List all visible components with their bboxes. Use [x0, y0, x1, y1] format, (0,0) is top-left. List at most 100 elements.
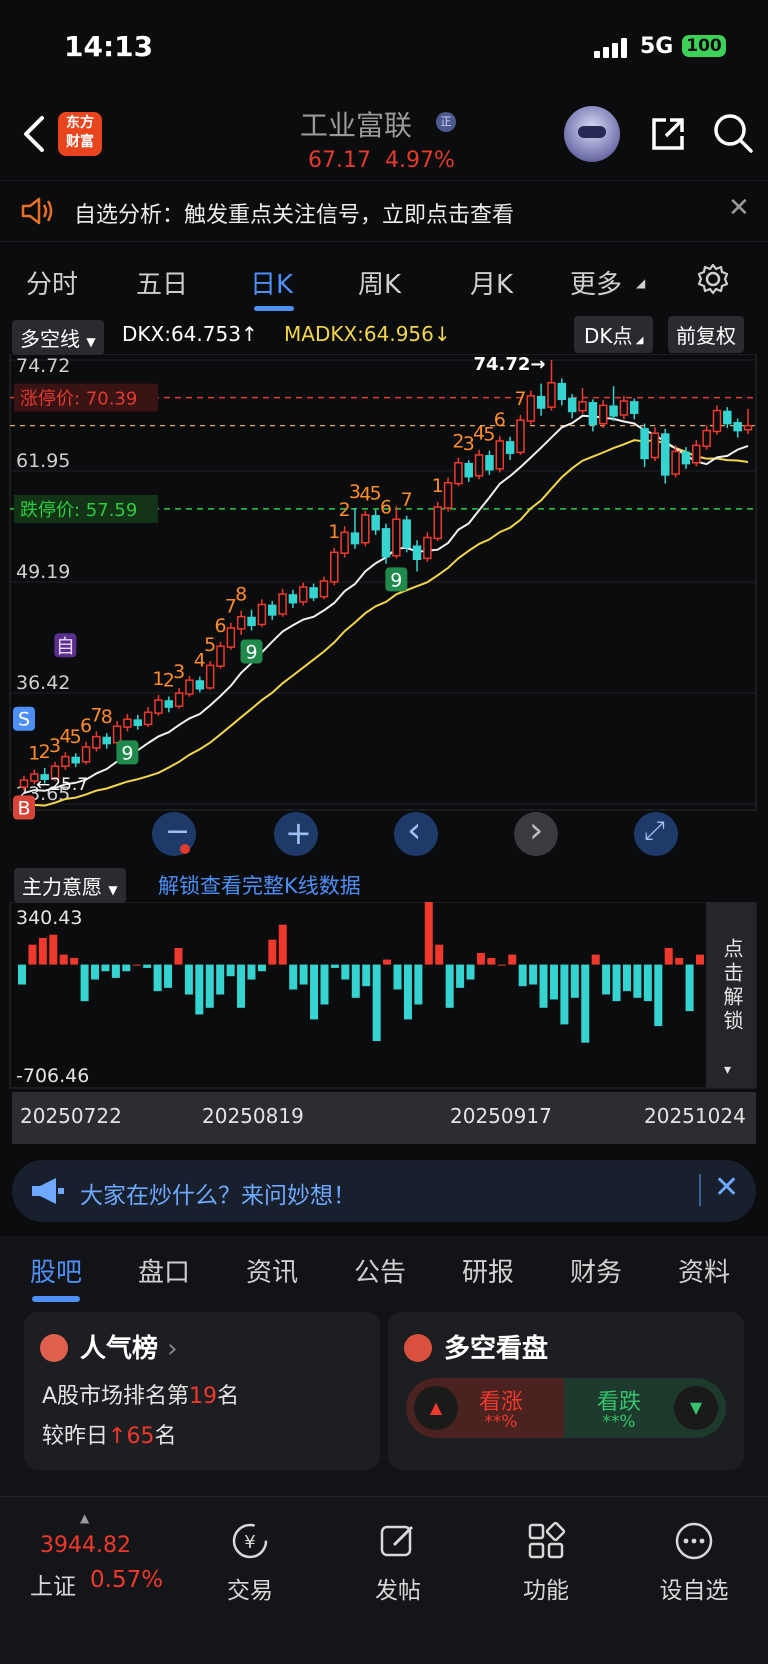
indicator-bar — [466, 964, 475, 980]
zoom-out-button[interactable]: − — [152, 812, 196, 856]
banner-text[interactable]: 大家在炒什么？来问妙想！ — [80, 1176, 356, 1210]
tab-weekly-k[interactable]: 周K — [358, 264, 401, 301]
indicator-bar — [174, 947, 183, 965]
indicator-select[interactable]: 主力意愿 ▼ — [14, 868, 126, 903]
tab-intraday[interactable]: 分时 — [26, 264, 78, 301]
indicator-bar — [414, 964, 423, 1005]
indicator-bar — [310, 964, 319, 1020]
tab-pankou[interactable]: 盘口 — [138, 1252, 190, 1289]
tab-more[interactable]: 更多 — [570, 264, 622, 301]
expand-button[interactable]: ⤢ — [634, 812, 678, 856]
candle — [288, 594, 298, 604]
indicator-bar — [143, 964, 152, 968]
close-icon[interactable]: ✕ — [728, 193, 750, 223]
candle — [733, 422, 742, 432]
indicator-chart[interactable]: 340.43 -706.46 点击解锁 ▾ — [0, 901, 768, 1092]
indicator-bar — [508, 954, 517, 965]
dk-point-button[interactable]: DK点 ◢ — [574, 316, 654, 353]
candle — [619, 400, 629, 416]
candle — [609, 405, 618, 417]
indicator-dropdown[interactable]: 多空线 ▼ — [12, 320, 104, 355]
indicator-bar — [529, 964, 538, 985]
candle — [485, 455, 494, 471]
tab-research[interactable]: 研报 — [462, 1252, 514, 1289]
stock-name[interactable]: 工业富联 — [300, 104, 412, 144]
candle — [361, 514, 370, 544]
next-button[interactable]: › — [514, 810, 558, 856]
analysis-notice[interactable]: 自选分析：触发重点关注信号，立即点击查看 ✕ — [0, 180, 768, 242]
tab-profile[interactable]: 资料 — [678, 1252, 730, 1289]
tab-announcement[interactable]: 公告 — [354, 1252, 406, 1289]
chart-period-tabs: 分时 五日 日K 周K 月K 更多 ◢ — [0, 250, 768, 311]
indicator-bar — [237, 964, 246, 1008]
indicator-bar — [205, 964, 214, 1008]
tab-news[interactable]: 资讯 — [246, 1252, 298, 1289]
notice-text[interactable]: 自选分析：触发重点关注信号，立即点击查看 — [74, 197, 514, 229]
indicator-bar — [372, 964, 381, 1042]
tab-finance[interactable]: 财务 — [570, 1252, 622, 1289]
side-unlock-button[interactable]: 点击解锁 ▾ — [706, 902, 756, 1088]
candle — [81, 746, 91, 763]
candle — [195, 680, 205, 690]
indicator-bar — [299, 964, 308, 985]
tab-five-day[interactable]: 五日 — [136, 264, 188, 301]
close-icon[interactable]: ✕ — [714, 1170, 739, 1205]
tab-monthly-k[interactable]: 月K — [470, 264, 513, 301]
signal-label: 3 — [173, 661, 185, 683]
candle — [567, 397, 577, 413]
back-arrow-icon[interactable] — [18, 114, 50, 154]
bearish-button[interactable]: 看跌 **% ▼ — [564, 1378, 726, 1438]
search-icon[interactable] — [712, 112, 754, 154]
popularity-card[interactable]: 人气榜 › A股市场排名第19名 较昨日↑65名 — [24, 1312, 380, 1470]
ask-banner[interactable]: 大家在炒什么？来问妙想！ ✕ — [12, 1160, 756, 1222]
candle — [712, 409, 722, 433]
indicator-bar — [643, 964, 652, 1002]
limit-down-label: 跌停价: 57.59 — [20, 500, 137, 521]
candle — [247, 616, 256, 627]
indicator-bar — [91, 964, 100, 980]
banner-divider — [699, 1174, 701, 1206]
index-ticker[interactable]: ▲ 3944.82 上证 0.57% — [24, 1511, 174, 1611]
tab-daily-k[interactable]: 日K — [250, 264, 293, 301]
unlock-kline-link[interactable]: 解锁查看完整K线数据 — [158, 870, 361, 900]
indicator-bar — [664, 947, 673, 965]
share-icon[interactable] — [648, 114, 688, 154]
indicator-bar — [518, 964, 527, 987]
indicator-bar — [289, 964, 298, 990]
date-label: 20250917 — [450, 1104, 552, 1128]
candle — [598, 404, 608, 425]
indicator-bar — [591, 954, 600, 965]
chart-header: 多空线 ▼ DKX:64.753↑ MADKX:64.956↓ DK点 ◢ 前复… — [0, 316, 768, 355]
candle — [319, 580, 329, 598]
signal-icon — [594, 38, 627, 58]
date-label: 20251024 — [644, 1104, 746, 1128]
indicator-bar — [122, 964, 131, 972]
indicator-min-label: -706.46 — [16, 1065, 89, 1087]
y-tick-label: 49.19 — [16, 561, 70, 583]
candlestick-svg[interactable]: 74.7261.9549.1936.4223.65涨停价: 70.39跌停价: … — [0, 353, 768, 864]
indicator-bar — [320, 964, 329, 1005]
zoom-in-button[interactable]: + — [274, 812, 318, 856]
indicator-bar — [560, 964, 569, 1025]
indicator-bar — [456, 964, 465, 988]
bullish-button[interactable]: ▲ 看涨 **% — [406, 1378, 568, 1438]
candle — [154, 699, 163, 714]
signal-label: 6 — [380, 497, 392, 519]
app-logo[interactable]: 东方 财富 — [58, 112, 102, 156]
candle — [381, 528, 391, 558]
prev-button[interactable]: ‹ — [394, 810, 438, 856]
candle — [629, 401, 639, 414]
robot-assistant-icon[interactable] — [564, 106, 620, 162]
candle — [474, 454, 484, 477]
tab-guba[interactable]: 股吧 — [30, 1252, 82, 1289]
candlestick-chart[interactable]: 74.72 61.95 49.19 36.42 23.65 涨停价: 70.39 跌停价: … — [0, 353, 768, 864]
candle — [423, 536, 432, 560]
sentiment-card: 多空看盘 ▲ 看涨 **% 看跌 **% ▼ — [388, 1312, 744, 1470]
caret-up-icon: ▲ — [80, 1511, 90, 1525]
indicator-bar — [696, 954, 704, 965]
adjust-button[interactable]: 前复权 — [668, 316, 744, 353]
gear-icon[interactable] — [696, 262, 730, 296]
status-bar: 14:13 5G 100 — [0, 0, 768, 92]
candle — [702, 429, 711, 447]
indicator-bar — [59, 954, 68, 965]
